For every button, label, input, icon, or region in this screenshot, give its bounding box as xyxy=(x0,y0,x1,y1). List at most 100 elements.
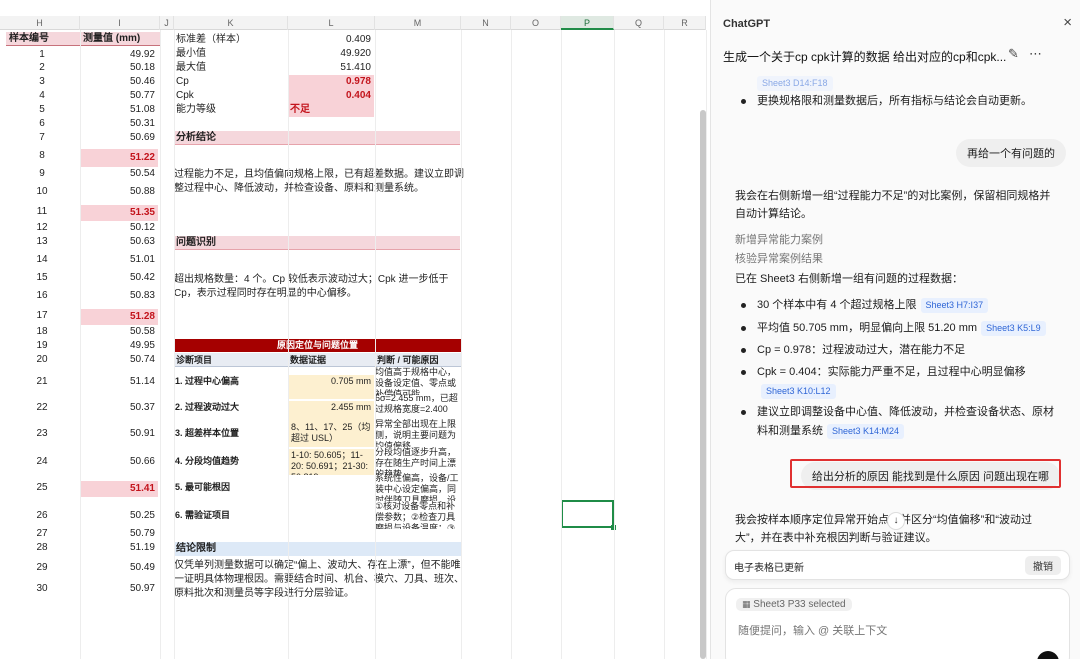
measurement-cell[interactable]: 50.49 xyxy=(80,561,158,575)
measurement-cell[interactable]: 51.01 xyxy=(80,253,158,267)
bullet-text: 建议立即调整设备中心值、降低波动，并检查设备状态、原材料和测量系统 xyxy=(757,406,1054,437)
stat-label: 最小值 xyxy=(176,48,206,59)
cause-judgement[interactable]: 6σ=2.455 mm，已超过规格宽度=2.400 xyxy=(375,393,463,421)
grid-line xyxy=(461,30,462,659)
column-header[interactable]: L xyxy=(288,16,375,30)
measurement-cell[interactable]: 50.42 xyxy=(80,271,158,285)
panel-title: ChatGPT xyxy=(723,18,771,30)
measurement-cell[interactable]: 51.41 xyxy=(80,481,158,497)
top-bullet: 更换规格限和测量数据后，所有指标与结论会自动更新。 xyxy=(739,92,1055,111)
stat-label: Cpk xyxy=(176,90,194,101)
column-header[interactable]: N xyxy=(461,16,511,30)
cause-judgement[interactable]: 异常全部出现在上限侧，说明主要问题为均值偏移 xyxy=(375,419,463,447)
undo-button[interactable]: 撤销 xyxy=(1025,556,1061,575)
measurement-cell[interactable]: 50.12 xyxy=(80,221,158,235)
sheet-ref-chip[interactable]: Sheet3 K14:M24 xyxy=(827,424,905,439)
cause-evidence[interactable]: 0.705 mm xyxy=(288,375,374,399)
stat-value[interactable]: 49.920 xyxy=(288,47,374,61)
column-header[interactable]: Q xyxy=(614,16,664,30)
stat-value[interactable]: 0.978 xyxy=(288,75,374,89)
cause-item: 1. 过程中心偏高 xyxy=(175,376,240,386)
limit-text: 仅凭单列测量数据可以确定“偏上、波动大、存在上漂”，但不能唯一证明具体物理根因。… xyxy=(174,560,464,599)
measurement-cell[interactable]: 51.19 xyxy=(80,541,158,555)
column-header[interactable]: P xyxy=(561,16,614,30)
assistant-reply-1: 我会在右侧新增一组“过程能力不足”的对比案例，保留相同规格并自动计算结论。 xyxy=(735,190,1051,220)
grid-line xyxy=(174,30,175,659)
sheet-icon: ▦ xyxy=(742,599,751,609)
cause-judgement[interactable]: 系统性偏高，设备/工装中心设定偏高，同时伴随刀具磨损、设备热漂移或补偿值 xyxy=(375,473,463,501)
measurement-cell[interactable]: 50.37 xyxy=(80,401,158,415)
column-header[interactable]: J xyxy=(160,16,174,30)
measurement-cell[interactable]: 49.95 xyxy=(80,339,158,353)
measurement-cell[interactable]: 49.92 xyxy=(80,48,158,62)
measurement-cell[interactable]: 50.31 xyxy=(80,117,158,131)
selected-cell-p33[interactable] xyxy=(561,500,616,530)
column-header[interactable]: O xyxy=(511,16,561,30)
measurement-cell[interactable]: 51.28 xyxy=(80,309,158,325)
column-header[interactable]: H xyxy=(0,16,80,30)
column-header[interactable]: K xyxy=(174,16,288,30)
measurement-cell[interactable]: 50.54 xyxy=(80,167,158,181)
measurement-cell[interactable]: 50.58 xyxy=(80,325,158,339)
cause-judgement[interactable]: ①核对设备零点和补偿参数；②检查刀具磨损与设备温度；③按机台/模穴/班次分层；④… xyxy=(375,501,463,529)
cause-judgement[interactable]: 分段均值逐步升高，存在随生产时间上漂的趋势 xyxy=(375,447,463,475)
measurement-cell[interactable]: 50.97 xyxy=(80,582,158,596)
measurement-cell[interactable]: 50.46 xyxy=(80,75,158,89)
stat-label: 最大值 xyxy=(176,62,206,73)
sheet-ref-chip[interactable]: Sheet3 K5:L9 xyxy=(981,321,1046,336)
stat-label: 能力等级 xyxy=(176,104,216,115)
cause-head-evidence: 数据证据 xyxy=(288,353,375,367)
measurement-cell[interactable]: 50.18 xyxy=(80,61,158,75)
row-index: 11 xyxy=(36,206,48,217)
context-chip[interactable]: ▦ Sheet3 P33 selected xyxy=(736,598,852,611)
edit-icon[interactable]: ✎ xyxy=(1008,46,1019,62)
measurement-cell[interactable]: 50.77 xyxy=(80,89,158,103)
measurement-cell[interactable]: 51.22 xyxy=(80,149,158,167)
cause-judgement[interactable]: 均值高于规格中心，设备设定值、零点或补偿值可能 xyxy=(375,367,463,395)
section-conclusion: 分析结论 xyxy=(174,131,460,145)
measurement-cell[interactable]: 50.91 xyxy=(80,427,158,441)
chip-top-ref[interactable]: Sheet3 D14:F18 xyxy=(757,76,833,91)
stat-value[interactable]: 51.410 xyxy=(288,61,374,75)
spreadsheet[interactable]: HIJKLMNOPQR 样本编号 测量值 (mm) 1 49.92 2 50.18 3 5… xyxy=(0,0,710,659)
measurement-cell[interactable]: 50.83 xyxy=(80,289,158,303)
measurement-cell[interactable]: 50.25 xyxy=(80,509,158,523)
measurement-cell[interactable]: 50.66 xyxy=(80,455,158,469)
column-header[interactable]: I xyxy=(80,16,160,30)
row-index: 19 xyxy=(36,340,48,351)
stat-value[interactable]: 不足 xyxy=(288,103,374,117)
measurement-cell[interactable]: 51.14 xyxy=(80,375,158,389)
row-index: 28 xyxy=(36,542,48,553)
row-index: 30 xyxy=(36,583,48,594)
cause-evidence[interactable]: 1-10: 50.605；11-20: 50.691；21-30: 50.819 xyxy=(288,449,374,475)
measurement-cell[interactable]: 50.79 xyxy=(80,527,158,541)
cause-evidence[interactable]: 8、11、17、25（均超过 USL） xyxy=(288,421,374,447)
measurement-cell[interactable]: 50.88 xyxy=(80,185,158,199)
assistant-reply-2: 已在 Sheet3 右侧新增一组有问题的过程数据： xyxy=(735,273,963,285)
top-bullet-text: 更换规格限和测量数据后，所有指标与结论会自动更新。 xyxy=(757,95,1032,107)
stat-value[interactable]: 0.409 xyxy=(288,33,374,47)
chat-input[interactable] xyxy=(738,625,1038,637)
column-header[interactable]: R xyxy=(664,16,706,30)
measurement-cell[interactable]: 50.74 xyxy=(80,353,158,367)
measurement-cell[interactable]: 51.08 xyxy=(80,103,158,117)
stat-value[interactable]: 0.404 xyxy=(288,89,374,103)
highlight-box xyxy=(790,459,1061,488)
step-verify: 核验异常案例结果 xyxy=(735,253,823,265)
scroll-down-icon[interactable]: ↓ xyxy=(887,512,905,530)
row-index: 29 xyxy=(36,562,48,573)
send-button[interactable] xyxy=(1037,651,1059,659)
grid-line xyxy=(664,30,665,659)
update-toast: 电子表格已更新 撤销 xyxy=(725,550,1070,580)
column-header[interactable]: M xyxy=(375,16,461,30)
composer[interactable]: ▦ Sheet3 P33 selected xyxy=(725,588,1070,659)
sheet-ref-chip[interactable]: Sheet3 K10:L12 xyxy=(761,384,836,399)
measurement-cell[interactable]: 50.69 xyxy=(80,131,158,145)
sheet-ref-chip[interactable]: Sheet3 H7:I37 xyxy=(920,298,989,313)
row-index: 15 xyxy=(36,272,48,283)
row-index: 12 xyxy=(36,222,48,233)
close-icon[interactable]: × xyxy=(1063,14,1072,31)
more-icon[interactable]: ⋯ xyxy=(1029,46,1042,62)
measurement-cell[interactable]: 50.63 xyxy=(80,235,158,249)
measurement-cell[interactable]: 51.35 xyxy=(80,205,158,221)
